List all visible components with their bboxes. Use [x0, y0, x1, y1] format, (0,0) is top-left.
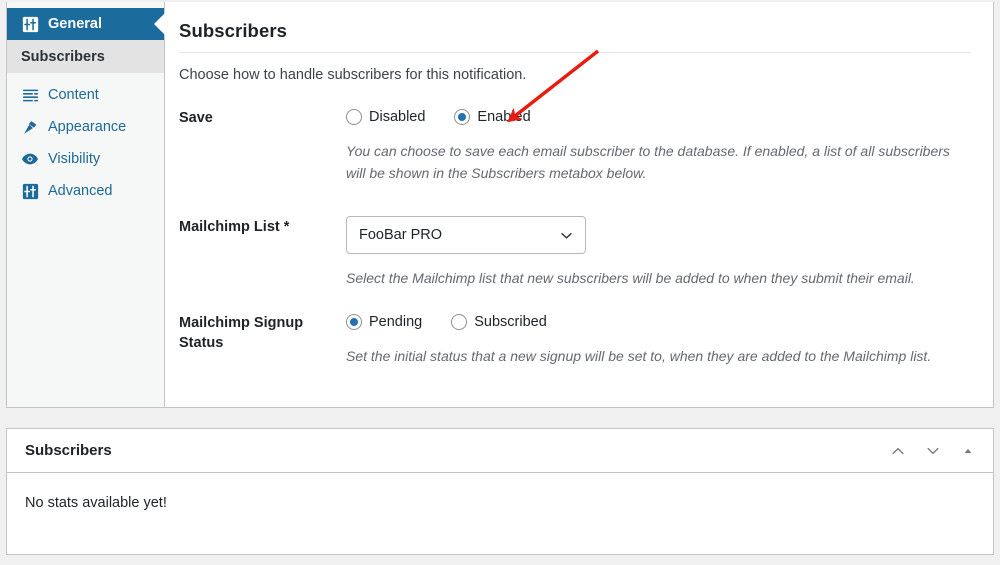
- field-description-mailchimp-list: Select the Mailchimp list that new subsc…: [346, 270, 915, 287]
- sidebar-item-general[interactable]: General: [7, 8, 164, 40]
- settings-sidebar: General Subscribers Content Appearance V…: [7, 2, 165, 407]
- sidebar-item-label: General: [48, 15, 102, 32]
- mailchimp-list-value: FooBar PRO: [359, 227, 442, 244]
- chevron-down-icon[interactable]: [922, 440, 944, 462]
- page-subtitle: Choose how to handle subscribers for thi…: [179, 67, 527, 83]
- triangle-up-icon[interactable]: [957, 440, 979, 462]
- field-spacer: [179, 190, 971, 216]
- radio-group-signup-status: Pending Subscribed: [346, 312, 971, 332]
- field-save: Save Disabled Enabled You can choose to …: [179, 107, 971, 184]
- radio-indicator: [451, 314, 468, 331]
- radio-label: Subscribed: [474, 314, 547, 331]
- radio-label: Enabled: [477, 109, 531, 125]
- radio-save-enabled[interactable]: Enabled: [454, 109, 531, 125]
- sidebar-item-label: Visibility: [48, 150, 101, 167]
- settings-panel: General Subscribers Content Appearance V…: [6, 2, 994, 408]
- sidebar-item-label: Advanced: [48, 182, 113, 199]
- metabox-title: Subscribers: [25, 442, 112, 459]
- field-description-signup-status: Set the initial status that a new signup…: [346, 348, 932, 365]
- radio-indicator: [346, 109, 362, 125]
- radio-indicator: [454, 109, 471, 125]
- sidebar-item-label: Appearance: [48, 118, 127, 135]
- metabox-header[interactable]: Subscribers: [7, 429, 993, 473]
- radio-save-disabled[interactable]: Disabled: [346, 109, 425, 125]
- mailchimp-list-select[interactable]: FooBar PRO: [346, 216, 586, 255]
- radio-label: Disabled: [369, 109, 426, 125]
- sidebar-item-label: Content: [48, 86, 99, 103]
- field-body-mailchimp-list: FooBar PRO Select the Mailchimp list tha…: [346, 216, 971, 290]
- sliders-icon: [21, 15, 39, 33]
- sliders-icon: [21, 182, 39, 200]
- field-body-signup-status: Pending Subscribed Set the initial statu…: [346, 312, 971, 368]
- field-signup-status: Mailchimp Signup Status Pending Subscrib…: [179, 312, 971, 368]
- title-divider: [179, 52, 971, 53]
- field-description-save: You can choose to save each email subscr…: [346, 143, 950, 181]
- field-label-signup-status: Mailchimp Signup Status: [179, 315, 304, 351]
- field-body-save: Disabled Enabled You can choose to save …: [346, 107, 971, 184]
- sidebar-item-advanced[interactable]: Advanced: [7, 175, 164, 207]
- radio-status-pending[interactable]: Pending: [346, 314, 423, 331]
- chevron-down-icon: [559, 228, 574, 243]
- sidebar-item-visibility[interactable]: Visibility: [7, 143, 164, 175]
- eye-icon: [21, 150, 39, 168]
- brush-icon: [21, 118, 39, 136]
- field-label-mailchimp-list: Mailchimp List *: [179, 219, 290, 236]
- field-label-save: Save: [179, 110, 213, 126]
- sidebar-item-content[interactable]: Content: [7, 79, 164, 111]
- radio-group-save: Disabled Enabled: [346, 107, 971, 127]
- page-title: Subscribers: [179, 20, 288, 41]
- sidebar-subitem-label: Subscribers: [21, 48, 105, 65]
- chevron-up-icon[interactable]: [887, 440, 909, 462]
- radio-indicator: [346, 314, 362, 331]
- radio-status-subscribed[interactable]: Subscribed: [451, 314, 547, 331]
- radio-label: Pending: [369, 314, 423, 331]
- sidebar-item-appearance[interactable]: Appearance: [7, 111, 164, 143]
- field-spacer: [179, 296, 971, 312]
- text-lines-icon: [21, 86, 39, 104]
- metabox-body: No stats available yet!: [25, 495, 167, 511]
- subscribers-metabox: Subscribers No stats available yet!: [6, 428, 994, 555]
- settings-content: Subscribers Choose how to handle subscri…: [165, 2, 993, 407]
- sidebar-item-subscribers[interactable]: Subscribers: [7, 40, 164, 73]
- screen: General Subscribers Content Appearance V…: [0, 0, 1000, 565]
- metabox-controls: [887, 440, 979, 462]
- field-mailchimp-list: Mailchimp List * FooBar PRO Select the M…: [179, 216, 971, 290]
